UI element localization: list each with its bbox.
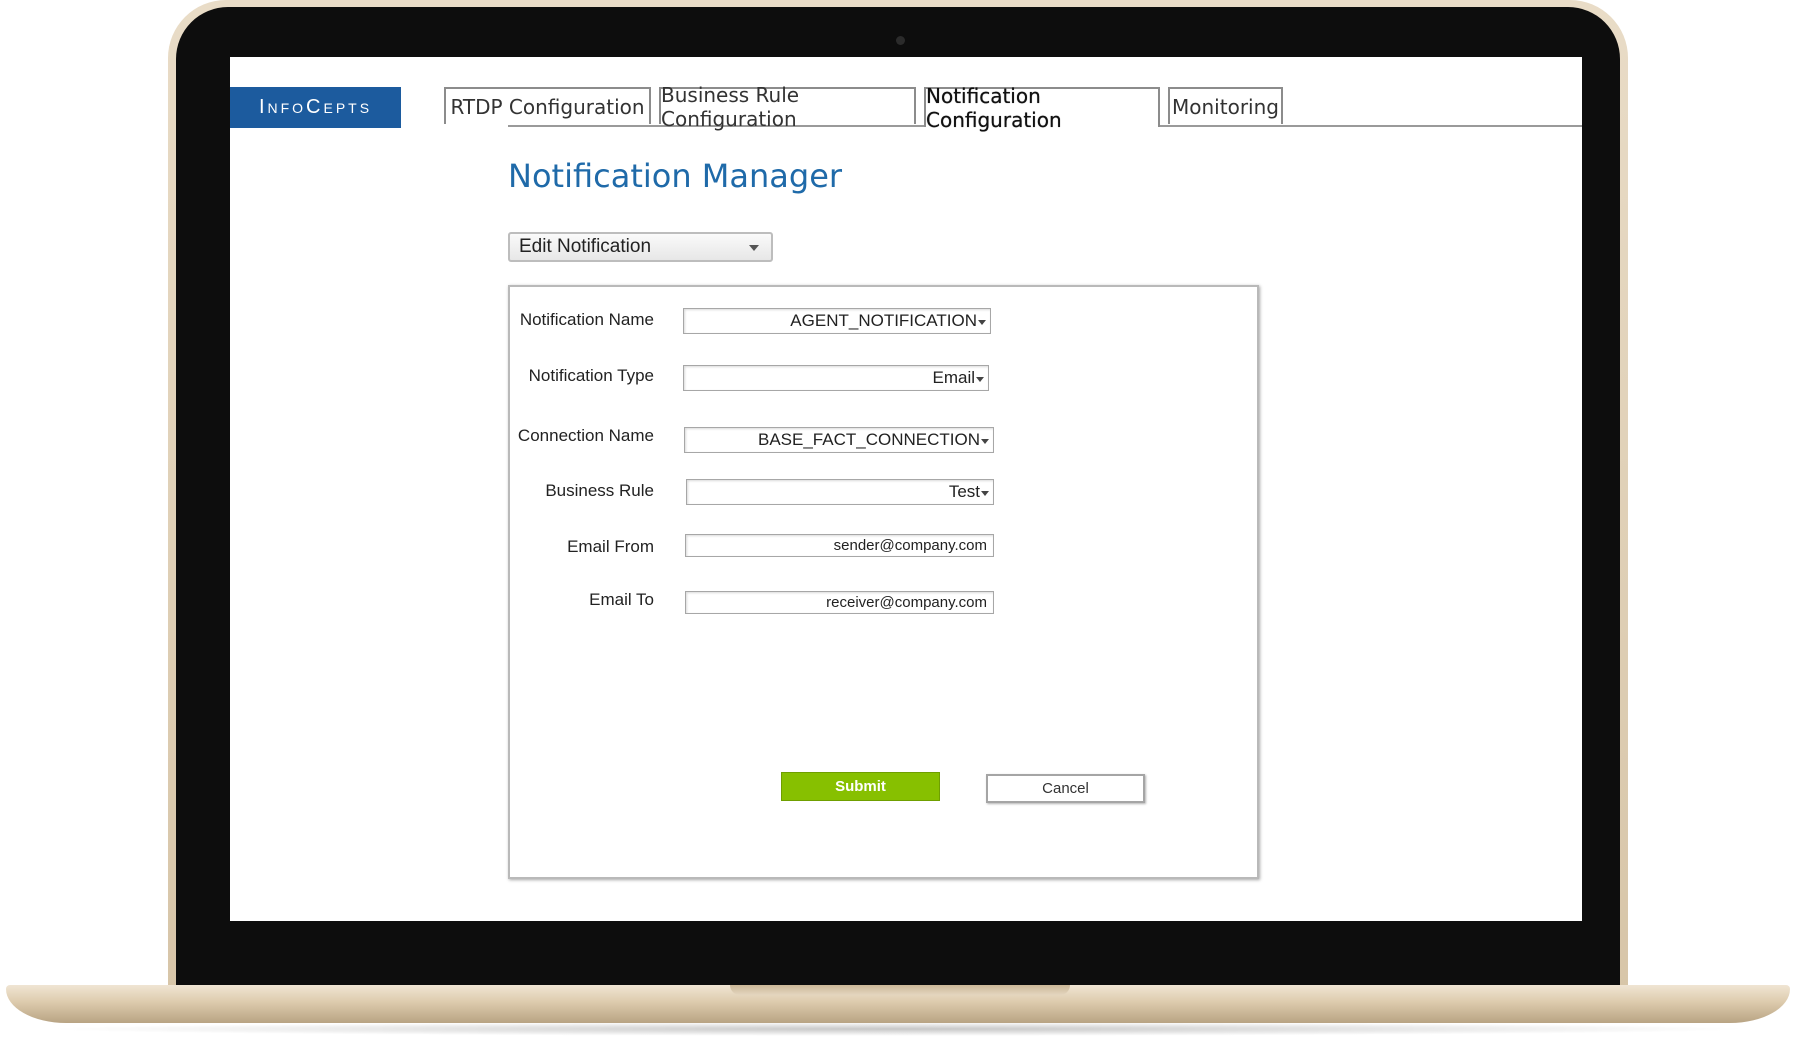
email-to-label: Email To — [589, 590, 654, 609]
email-to-input[interactable]: receiver@company.com — [685, 591, 994, 614]
chevron-down-icon — [749, 245, 759, 251]
email-to-value: receiver@company.com — [826, 594, 987, 611]
submit-button[interactable]: Submit — [781, 772, 940, 801]
logo-text: InfoCepts — [258, 96, 373, 118]
tab-business-rule-configuration[interactable]: Business Rule Configuration — [659, 83, 916, 131]
cancel-button-label: Cancel — [1042, 780, 1089, 797]
chevron-down-icon — [978, 319, 986, 325]
business-rule-label: Business Rule — [545, 481, 654, 500]
chevron-down-icon — [981, 438, 989, 444]
app-screen: InfoCepts RTDP Configuration Business Ru… — [230, 57, 1582, 921]
tab-label: Notification Configuration — [926, 84, 1062, 132]
laptop-notch — [730, 985, 1070, 995]
notification-name-label: Notification Name — [519, 310, 654, 329]
notification-name-value: AGENT_NOTIFICATION — [790, 311, 977, 330]
laptop-shadow — [40, 1022, 1756, 1036]
notification-name-select[interactable]: AGENT_NOTIFICATION — [683, 308, 991, 334]
connection-name-select[interactable]: BASE_FACT_CONNECTION — [684, 427, 994, 453]
submit-button-label: Submit — [835, 778, 886, 795]
tab-label: Business Rule Configuration — [661, 82, 800, 131]
email-from-input[interactable]: sender@company.com — [685, 534, 994, 557]
tab-rtdp-configuration[interactable]: RTDP Configuration — [444, 87, 651, 124]
chevron-down-icon — [976, 376, 984, 382]
notification-type-label: Notification Type — [528, 366, 654, 385]
notification-type-select[interactable]: Email — [683, 365, 989, 391]
camera-icon — [896, 36, 905, 45]
tab-label: Monitoring — [1172, 94, 1279, 119]
infocepts-logo: InfoCepts — [230, 87, 401, 128]
cancel-button[interactable]: Cancel — [986, 774, 1145, 803]
mode-select-value: Edit Notification — [519, 236, 652, 257]
connection-name-value: BASE_FACT_CONNECTION — [758, 430, 980, 449]
tab-notification-configuration[interactable]: Notification Configuration — [924, 84, 1160, 132]
business-rule-select[interactable]: Test — [686, 479, 994, 505]
tab-label: RTDP Configuration — [450, 94, 645, 119]
email-from-label: Email From — [567, 537, 654, 556]
tab-monitoring[interactable]: Monitoring — [1168, 87, 1283, 124]
chevron-down-icon — [981, 490, 989, 496]
business-rule-value: Test — [948, 482, 980, 501]
page-title: Notification Manager — [508, 157, 843, 195]
email-from-value: sender@company.com — [833, 537, 987, 554]
notification-mode-select[interactable]: Edit Notification — [508, 232, 773, 262]
notification-type-value: Email — [932, 368, 975, 387]
connection-name-label: Connection Name — [517, 426, 654, 445]
